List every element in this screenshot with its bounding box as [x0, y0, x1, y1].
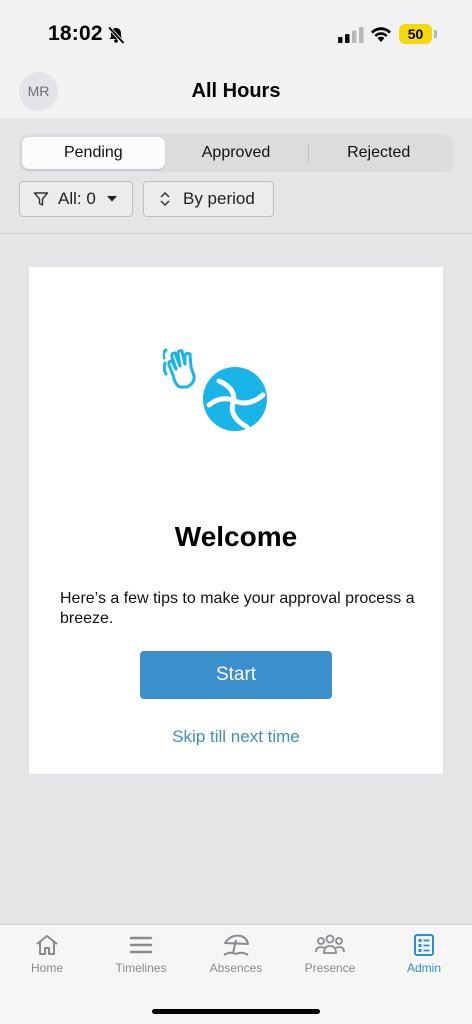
nav-presence-label: Presence: [304, 961, 356, 975]
segment-divider: [308, 144, 309, 162]
filter-toolbar: Pending Approved Rejected All: 0 By peri…: [0, 118, 472, 234]
sort-arrows-icon: [160, 191, 170, 207]
beach-umbrella-icon: [223, 934, 249, 956]
bell-muted-icon: [107, 26, 125, 45]
admin-list-icon: [414, 934, 434, 956]
nav-presence[interactable]: Presence: [283, 933, 377, 993]
nav-home[interactable]: Home: [0, 933, 94, 993]
people-icon: [315, 934, 345, 954]
signal-icon: [338, 27, 364, 43]
battery-indicator: 50: [399, 24, 432, 44]
start-button[interactable]: Start: [140, 651, 332, 699]
home-indicator[interactable]: [152, 1009, 320, 1014]
nav-home-label: Home: [30, 961, 63, 975]
waving-hand-globe-icon: [163, 348, 267, 431]
chevron-down-icon: [106, 196, 117, 202]
filter-all-label: All: 0: [58, 189, 96, 208]
nav-admin-label: Admin: [406, 961, 441, 975]
filter-funnel-icon: [33, 192, 49, 206]
nav-timelines[interactable]: Timelines: [94, 933, 188, 993]
skip-link[interactable]: Skip till next time: [29, 727, 443, 747]
nav-absences-label: Absences: [209, 961, 263, 975]
page-title: All Hours: [191, 80, 281, 102]
by-period-label: By period: [183, 189, 255, 208]
timelines-icon: [129, 936, 153, 954]
header: MR All Hours: [0, 70, 472, 118]
battery-cap: [434, 30, 437, 38]
home-icon: [36, 935, 58, 955]
by-period-button[interactable]: By period: [143, 181, 274, 217]
tab-rejected[interactable]: Rejected: [307, 137, 450, 169]
welcome-card: Welcome Here’s a few tips to make your a…: [29, 267, 443, 774]
nav-absences[interactable]: Absences: [189, 933, 283, 993]
filter-all-button[interactable]: All: 0: [19, 181, 133, 217]
tab-approved[interactable]: Approved: [165, 137, 308, 169]
welcome-description: Here’s a few tips to make your approval …: [60, 590, 415, 627]
status-bar: 18:02 50: [0, 0, 472, 70]
wifi-icon: [371, 27, 391, 42]
nav-admin[interactable]: Admin: [377, 933, 471, 993]
nav-timelines-label: Timelines: [115, 961, 167, 975]
status-time: 18:02: [48, 22, 103, 45]
welcome-title: Welcome: [174, 521, 298, 552]
tab-pending[interactable]: Pending: [22, 137, 165, 169]
status-segmented-control: Pending Approved Rejected: [19, 134, 453, 172]
